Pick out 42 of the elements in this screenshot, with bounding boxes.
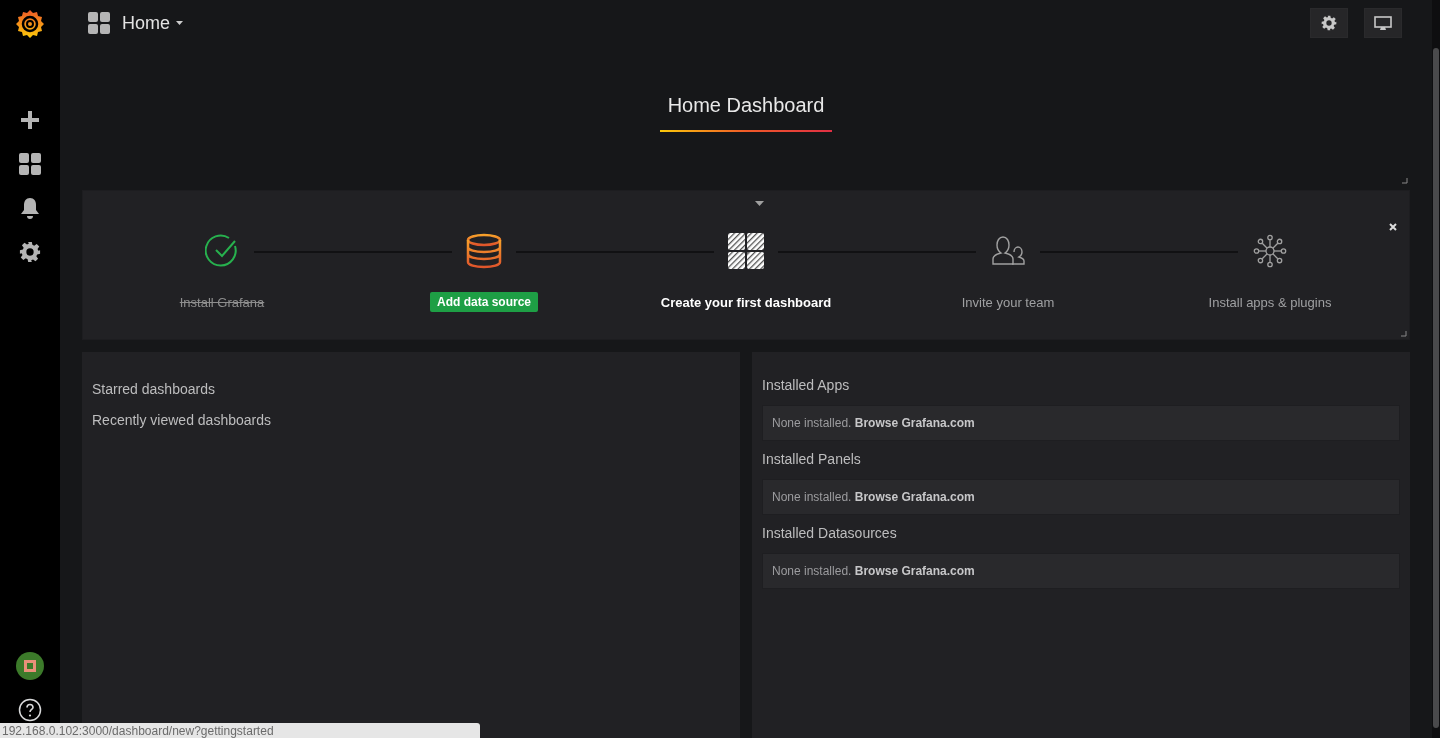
browse-link[interactable]: Browse Grafana.com [854,490,975,504]
help-icon[interactable] [18,698,42,722]
settings-icon[interactable] [19,241,41,263]
dashboard-picker[interactable]: Home [122,12,183,34]
dashboard-grid-icon[interactable] [728,233,764,269]
dashboard-list-heading: Starred dashboards [92,381,216,397]
resize-handle-icon[interactable] [1402,178,1408,184]
completed-step-label: Install Grafana [179,295,265,310]
status-url: 192.168.0.102:3000/dashboard/new?gettingstarted [0,723,480,738]
close-icon[interactable] [1389,223,1397,231]
plugins-icon[interactable] [1253,234,1287,268]
settings-button[interactable] [1310,8,1348,38]
dashboards-icon[interactable] [19,153,41,175]
check-circle-icon [205,234,239,268]
empty-message: None installed. Browse Grafana.com [762,479,1400,515]
section-heading: Installed Panels [762,451,862,467]
caret-icon [176,21,183,25]
scrollbar-thumb[interactable] [1433,48,1439,728]
dashboard-title: Home Dashboard [659,48,833,132]
settings-icon [1321,15,1337,31]
dashboard-name: Home [122,12,170,34]
tv-mode-button[interactable] [1364,8,1402,38]
user-avatar[interactable] [16,652,44,680]
empty-message: None installed. Browse Grafana.com [762,405,1400,441]
dashboard-list-heading: Recently viewed dashboards [92,412,272,428]
resize-handle-icon[interactable] [1401,331,1407,337]
plus-icon[interactable] [21,111,39,129]
bell-icon[interactable] [20,197,40,219]
step-link[interactable]: Invite your team [961,295,1055,310]
grafana-logo[interactable] [14,8,46,40]
users-icon[interactable] [990,235,1026,267]
section-heading: Installed Datasources [762,525,898,541]
browse-link[interactable]: Browse Grafana.com [854,416,975,430]
browse-link[interactable]: Browse Grafana.com [854,564,975,578]
empty-message: None installed. Browse Grafana.com [762,553,1400,589]
database-icon[interactable] [465,233,503,269]
monitor-icon [1374,15,1392,31]
step-link[interactable]: Install apps & plugins [1208,295,1332,310]
section-heading: Installed Apps [762,377,851,393]
dashboards-icon[interactable] [88,12,110,34]
caret-icon[interactable] [755,201,764,206]
step-link[interactable]: Create your first dashboard [660,295,832,310]
